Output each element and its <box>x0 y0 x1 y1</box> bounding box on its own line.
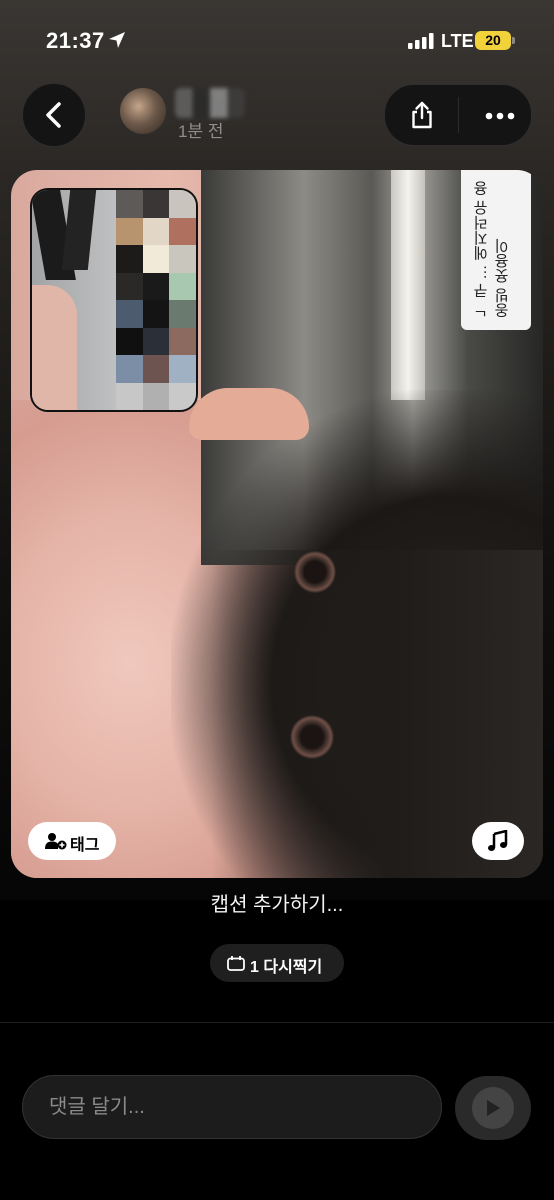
tag-button[interactable]: 태그 <box>28 822 116 860</box>
inset-photo[interactable] <box>30 188 198 412</box>
tag-label: 태그 <box>70 837 100 854</box>
back-chevron-icon <box>46 102 61 128</box>
add-person-icon <box>45 833 67 850</box>
divider <box>0 1022 554 1023</box>
music-button[interactable] <box>472 822 524 860</box>
photo-sign: ᄂ 쿠 … 에지러유 용옹빙 욧용이 <box>461 170 531 330</box>
comment-input[interactable] <box>22 1075 442 1139</box>
post-timestamp: 1분 전 <box>178 122 224 141</box>
inset-skin <box>32 285 77 410</box>
send-button-inner <box>472 1087 514 1129</box>
username-redacted <box>175 88 245 118</box>
battery-icon: 20 <box>475 31 511 50</box>
inset-mosaic-redaction <box>116 190 196 410</box>
network-type: LTE <box>441 31 474 51</box>
main-photo[interactable]: ᄂ 쿠 … 에지러유 용옹빙 욧용이 태그 <box>11 170 543 878</box>
retake-button[interactable]: 1 다시찍기 <box>210 944 344 982</box>
status-bar: 21:37 LTE 20 <box>0 0 554 80</box>
add-caption[interactable]: 캡션 추가하기... <box>0 888 554 917</box>
send-button[interactable] <box>455 1076 531 1140</box>
signal-bars-icon <box>408 33 434 49</box>
photo-light <box>391 170 425 400</box>
battery-cap <box>512 37 515 44</box>
status-time: 21:37 <box>46 28 105 53</box>
photo-eye-upper <box>294 550 336 594</box>
retake-label: 1 다시찍기 <box>250 959 323 976</box>
retake-calendar-icon <box>227 956 245 971</box>
more-icon[interactable] <box>485 112 515 120</box>
photo-sign-text: ᄂ 쿠 … 에지러유 용옹빙 욧용이 <box>473 181 511 318</box>
header-actions <box>384 84 532 146</box>
back-button[interactable] <box>22 83 86 147</box>
share-icon[interactable] <box>410 101 434 129</box>
photo-eye-lower <box>289 715 335 759</box>
avatar[interactable] <box>120 88 166 134</box>
photo-ear <box>189 388 309 440</box>
send-icon <box>487 1100 500 1116</box>
location-arrow-icon <box>109 32 125 48</box>
pill-divider <box>458 97 459 133</box>
music-note-icon <box>488 830 508 851</box>
